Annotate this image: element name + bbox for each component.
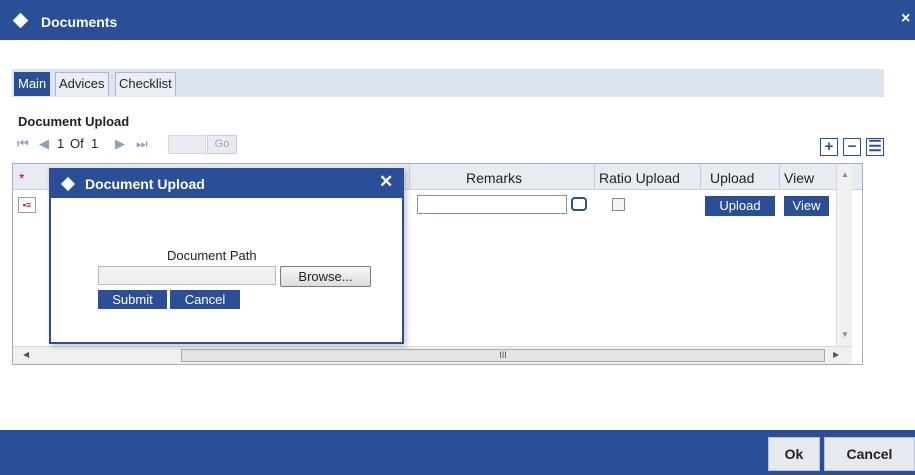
scroll-right-icon[interactable]: ▶ xyxy=(833,350,839,359)
browse-button[interactable]: Browse... xyxy=(280,266,371,287)
next-page-icon[interactable]: ▶ xyxy=(115,136,125,152)
column-divider xyxy=(594,164,595,190)
document-path-label: Document Path xyxy=(167,248,257,263)
document-path-input[interactable] xyxy=(98,266,276,285)
footer-cancel-button[interactable]: Cancel xyxy=(824,437,915,471)
column-header-remarks: Remarks xyxy=(466,170,523,186)
scroll-left-icon[interactable]: ◀ xyxy=(23,350,29,359)
single-view-button[interactable]: ☰ xyxy=(866,138,884,156)
column-header-upload: Upload xyxy=(710,170,755,186)
dialog-title-bar: Document Upload ✕ xyxy=(51,170,402,198)
column-divider xyxy=(700,164,701,190)
delete-row-button[interactable]: − xyxy=(843,138,861,156)
scroll-up-icon[interactable]: ▲ xyxy=(841,170,849,179)
total-pages: 1 xyxy=(91,136,99,151)
horizontal-scrollbar[interactable]: ◀ III ▶ xyxy=(13,346,852,364)
lov-icon[interactable] xyxy=(571,197,587,211)
dialog-cancel-button[interactable]: Cancel xyxy=(170,290,240,309)
row-select-icon[interactable]: ▪≡ xyxy=(18,197,36,213)
column-divider xyxy=(409,164,410,190)
add-row-button[interactable]: + xyxy=(820,138,838,156)
first-page-icon[interactable]: ⏮ xyxy=(17,136,29,152)
window-title-bar: Documents × xyxy=(0,0,915,40)
ok-button[interactable]: Ok xyxy=(768,437,820,471)
tab-main[interactable]: Main xyxy=(14,72,51,96)
submit-button[interactable]: Submit xyxy=(98,290,167,309)
tab-bar: Main Advices Checklist xyxy=(12,69,884,97)
column-header-view: View xyxy=(784,170,815,186)
dialog-close-icon[interactable]: ✕ xyxy=(379,172,393,192)
prev-page-icon[interactable]: ◀ xyxy=(39,136,49,152)
window-diamond-icon xyxy=(12,12,29,29)
required-marker: * xyxy=(19,170,25,186)
tab-checklist[interactable]: Checklist xyxy=(115,72,176,96)
dialog-title: Document Upload xyxy=(85,176,205,192)
upload-button[interactable]: Upload xyxy=(705,196,775,216)
go-button[interactable]: Go xyxy=(207,135,237,154)
current-page: 1 xyxy=(57,136,65,151)
ratio-upload-checkbox[interactable] xyxy=(612,198,625,211)
vertical-scrollbar[interactable]: ▲ ▼ xyxy=(836,164,852,346)
window-title: Documents xyxy=(41,14,118,30)
footer-bar: Ok Cancel xyxy=(0,430,915,475)
page-number-input[interactable] xyxy=(168,135,206,154)
page-of-label: Of xyxy=(70,136,84,151)
section-title: Document Upload xyxy=(18,114,130,129)
column-divider xyxy=(779,164,780,190)
document-upload-dialog: Document Upload ✕ Document Path Browse..… xyxy=(49,168,404,344)
tab-advices[interactable]: Advices xyxy=(55,72,109,96)
scrollbar-thumb[interactable]: III xyxy=(181,349,825,362)
scroll-down-icon[interactable]: ▼ xyxy=(841,330,849,339)
window-close-icon[interactable]: × xyxy=(901,10,910,28)
dialog-diamond-icon xyxy=(60,176,76,192)
column-header-ratio-upload: Ratio Upload xyxy=(599,170,680,186)
remarks-input[interactable] xyxy=(417,195,567,214)
view-button[interactable]: View xyxy=(784,196,829,216)
last-page-icon[interactable]: ⏭ xyxy=(136,136,148,152)
